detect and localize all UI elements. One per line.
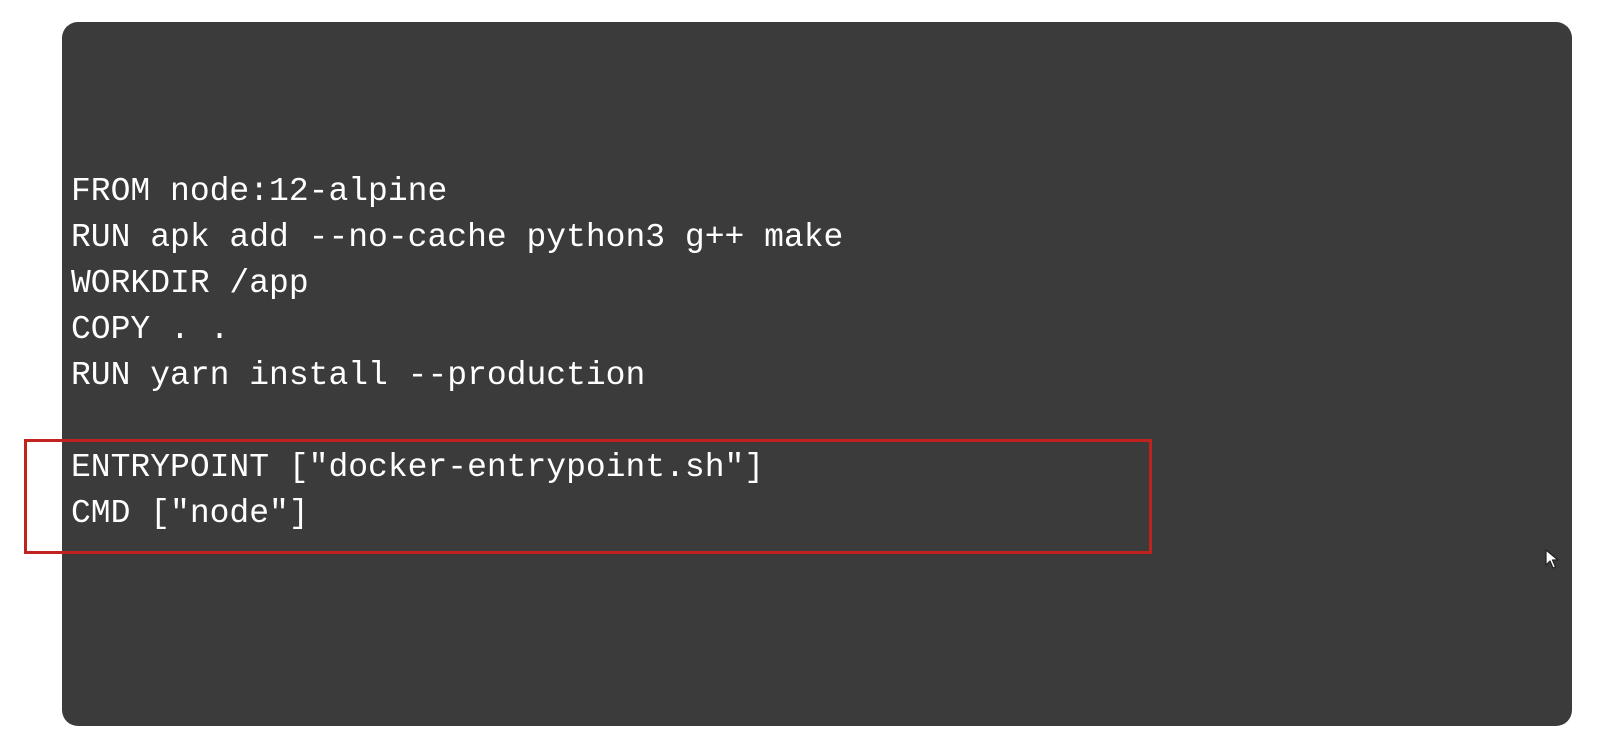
code-line-cmd: CMD ["node"] [71, 495, 309, 532]
dockerfile-code-block: FROM node:12-alpine RUN apk add --no-cach… [71, 169, 843, 537]
mouse-pointer-icon [1545, 549, 1559, 569]
code-line-run-apk: RUN apk add --no-cache python3 g++ make [71, 219, 844, 256]
code-line-workdir: WORKDIR /app [71, 265, 309, 302]
code-line-run-yarn: RUN yarn install --production [71, 357, 646, 394]
code-line-from: FROM node:12-alpine [71, 173, 448, 210]
code-line-entrypoint: ENTRYPOINT ["docker-entrypoint.sh"] [71, 449, 765, 486]
code-line-copy: COPY . . [71, 311, 230, 348]
